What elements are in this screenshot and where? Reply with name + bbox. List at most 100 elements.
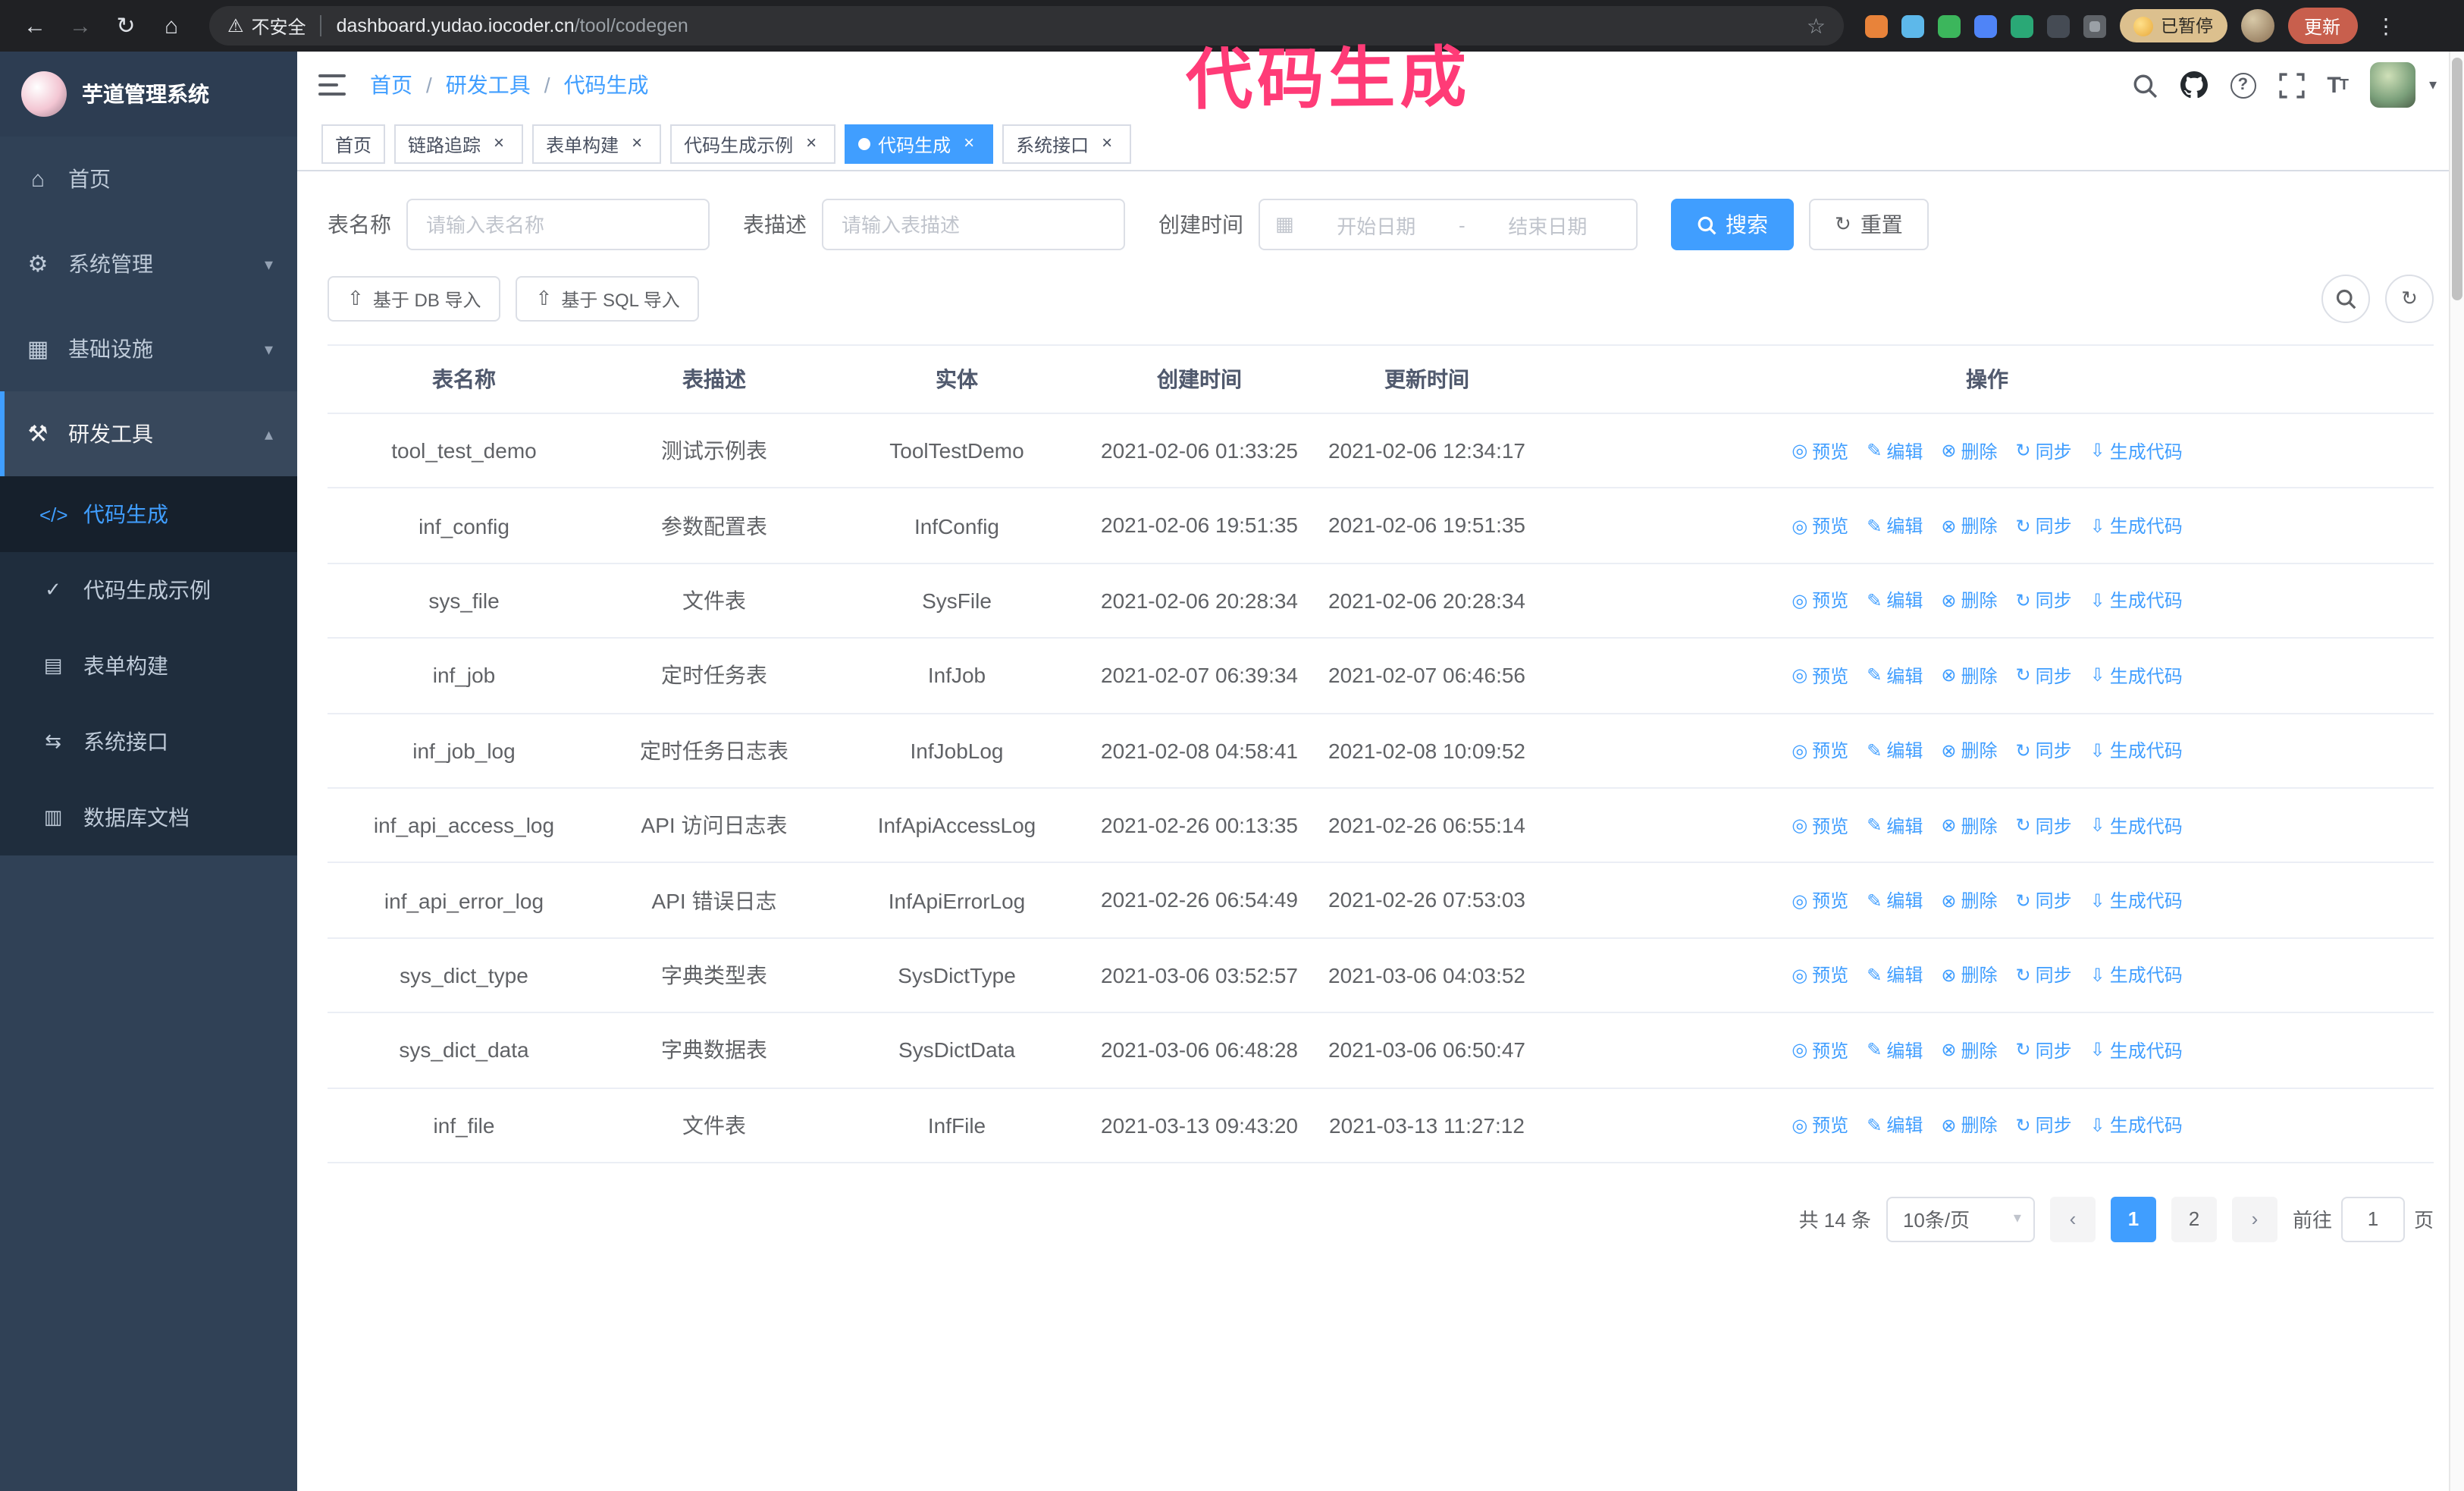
browser-profile-avatar[interactable] xyxy=(2240,9,2274,42)
sync-button[interactable]: ↻ 同步 xyxy=(2016,1037,2072,1063)
page-size-select[interactable]: 10条/页 ▾ xyxy=(1886,1196,2035,1242)
preview-button[interactable]: ◎ 预览 xyxy=(1792,438,1848,463)
search-button[interactable]: 搜索 xyxy=(1671,199,1794,250)
tag-close-icon[interactable]: × xyxy=(488,133,509,155)
delete-button[interactable]: ⊗ 删除 xyxy=(1941,1112,1997,1138)
generate-code-button[interactable]: ⇩ 生成代码 xyxy=(2090,812,2183,838)
tag-tracing[interactable]: 链路追踪 × xyxy=(394,124,524,164)
import-sql-button[interactable]: ⇧ 基于 SQL 导入 xyxy=(516,276,700,322)
scrollbar-thumb[interactable] xyxy=(2452,58,2462,300)
paused-extension-badge[interactable]: 已暂停 xyxy=(2120,9,2227,42)
extension-icon[interactable] xyxy=(1938,14,1961,37)
sync-button[interactable]: ↻ 同步 xyxy=(2016,513,2072,538)
extensions-puzzle-icon[interactable] xyxy=(2083,14,2106,37)
table-desc-input[interactable] xyxy=(822,199,1125,250)
sync-button[interactable]: ↻ 同步 xyxy=(2016,1112,2072,1138)
preview-button[interactable]: ◎ 预览 xyxy=(1792,513,1848,538)
delete-button[interactable]: ⊗ 删除 xyxy=(1941,812,1997,838)
edit-button[interactable]: ✎ 编辑 xyxy=(1867,812,1923,838)
tag-close-icon[interactable]: × xyxy=(801,133,822,155)
preview-button[interactable]: ◎ 预览 xyxy=(1792,663,1848,689)
bookmark-star-icon[interactable]: ☆ xyxy=(1807,13,1826,39)
tag-form-builder[interactable]: 表单构建 × xyxy=(532,124,662,164)
import-db-button[interactable]: ⇧ 基于 DB 导入 xyxy=(328,276,501,322)
delete-button[interactable]: ⊗ 删除 xyxy=(1941,1037,1997,1063)
edit-button[interactable]: ✎ 编辑 xyxy=(1867,588,1923,614)
breadcrumb-home[interactable]: 首页 xyxy=(370,70,412,100)
goto-page-input[interactable] xyxy=(2340,1196,2405,1242)
generate-code-button[interactable]: ⇩ 生成代码 xyxy=(2090,513,2183,538)
extension-icon[interactable] xyxy=(1974,14,1997,37)
sync-button[interactable]: ↻ 同步 xyxy=(2016,663,2072,689)
sync-button[interactable]: ↻ 同步 xyxy=(2016,812,2072,838)
tag-codegen[interactable]: 代码生成 × xyxy=(845,124,994,164)
delete-button[interactable]: ⊗ 删除 xyxy=(1941,962,1997,988)
generate-code-button[interactable]: ⇩ 生成代码 xyxy=(2090,438,2183,463)
page-button-1[interactable]: 1 xyxy=(2110,1196,2156,1242)
tag-close-icon[interactable]: × xyxy=(1096,133,1118,155)
avatar-caret-icon[interactable]: ▾ xyxy=(2429,77,2437,93)
delete-button[interactable]: ⊗ 删除 xyxy=(1941,887,1997,913)
page-button-2[interactable]: 2 xyxy=(2171,1196,2217,1242)
edit-button[interactable]: ✎ 编辑 xyxy=(1867,962,1923,988)
sidebar-item-dev-tools[interactable]: ⚒ 研发工具 ▴ xyxy=(0,391,297,476)
generate-code-button[interactable]: ⇩ 生成代码 xyxy=(2090,962,2183,988)
tag-close-icon[interactable]: × xyxy=(958,133,980,155)
tag-close-icon[interactable]: × xyxy=(626,133,647,155)
delete-button[interactable]: ⊗ 删除 xyxy=(1941,738,1997,764)
breadcrumb-dev-tools[interactable]: 研发工具 xyxy=(446,70,531,100)
address-bar[interactable]: ⚠ 不安全 dashboard.yudao.iocoder.cn/tool/co… xyxy=(209,6,1844,46)
browser-menu-icon[interactable]: ⋮ xyxy=(2371,13,2401,39)
tag-home[interactable]: 首页 × xyxy=(321,124,386,164)
edit-button[interactable]: ✎ 编辑 xyxy=(1867,738,1923,764)
extension-icon[interactable] xyxy=(1865,14,1888,37)
fullscreen-icon[interactable] xyxy=(2278,72,2304,98)
tag-system-api[interactable]: 系统接口 × xyxy=(1002,124,1132,164)
reset-button[interactable]: ↻ 重置 xyxy=(1809,199,1929,250)
create-time-range-picker[interactable]: ▦ 开始日期 - 结束日期 xyxy=(1259,199,1638,250)
forward-icon[interactable]: → xyxy=(61,6,100,46)
delete-button[interactable]: ⊗ 删除 xyxy=(1941,588,1997,614)
preview-button[interactable]: ◎ 预览 xyxy=(1792,812,1848,838)
preview-button[interactable]: ◎ 预览 xyxy=(1792,1112,1848,1138)
sidebar-item-system-api[interactable]: ⇆ 系统接口 xyxy=(0,704,297,780)
delete-button[interactable]: ⊗ 删除 xyxy=(1941,438,1997,463)
sync-button[interactable]: ↻ 同步 xyxy=(2016,738,2072,764)
collapse-sidebar-icon[interactable] xyxy=(318,73,346,97)
github-icon[interactable] xyxy=(2180,71,2208,99)
sidebar-item-codegen[interactable]: </> 代码生成 xyxy=(0,476,297,552)
table-name-input[interactable] xyxy=(406,199,710,250)
next-page-button[interactable]: › xyxy=(2231,1196,2277,1242)
extension-icon[interactable] xyxy=(2011,14,2033,37)
tag-codegen-demo[interactable]: 代码生成示例 × xyxy=(670,124,836,164)
browser-home-icon[interactable]: ⌂ xyxy=(152,6,191,46)
preview-button[interactable]: ◎ 预览 xyxy=(1792,962,1848,988)
help-icon[interactable]: ? xyxy=(2230,72,2256,98)
prev-page-button[interactable]: ‹ xyxy=(2049,1196,2096,1242)
sidebar-item-codegen-demo[interactable]: ✓ 代码生成示例 xyxy=(0,552,297,628)
edit-button[interactable]: ✎ 编辑 xyxy=(1867,1037,1923,1063)
extension-icon[interactable] xyxy=(1901,14,1924,37)
search-icon[interactable] xyxy=(2131,72,2157,98)
sidebar-item-form-builder[interactable]: ▤ 表单构建 xyxy=(0,628,297,704)
sidebar-item-db-docs[interactable]: ▥ 数据库文档 xyxy=(0,780,297,855)
preview-button[interactable]: ◎ 预览 xyxy=(1792,738,1848,764)
sync-button[interactable]: ↻ 同步 xyxy=(2016,588,2072,614)
extension-icon[interactable] xyxy=(2047,14,2070,37)
sidebar-item-home[interactable]: ⌂ 首页 xyxy=(0,137,297,221)
delete-button[interactable]: ⊗ 删除 xyxy=(1941,513,1997,538)
edit-button[interactable]: ✎ 编辑 xyxy=(1867,513,1923,538)
generate-code-button[interactable]: ⇩ 生成代码 xyxy=(2090,588,2183,614)
generate-code-button[interactable]: ⇩ 生成代码 xyxy=(2090,887,2183,913)
sidebar-item-system-management[interactable]: ⚙ 系统管理 ▾ xyxy=(0,221,297,306)
sync-button[interactable]: ↻ 同步 xyxy=(2016,438,2072,463)
generate-code-button[interactable]: ⇩ 生成代码 xyxy=(2090,1112,2183,1138)
browser-update-button[interactable]: 更新 xyxy=(2287,8,2358,44)
edit-button[interactable]: ✎ 编辑 xyxy=(1867,887,1923,913)
generate-code-button[interactable]: ⇩ 生成代码 xyxy=(2090,738,2183,764)
preview-button[interactable]: ◎ 预览 xyxy=(1792,887,1848,913)
generate-code-button[interactable]: ⇩ 生成代码 xyxy=(2090,1037,2183,1063)
edit-button[interactable]: ✎ 编辑 xyxy=(1867,1112,1923,1138)
delete-button[interactable]: ⊗ 删除 xyxy=(1941,663,1997,689)
edit-button[interactable]: ✎ 编辑 xyxy=(1867,438,1923,463)
